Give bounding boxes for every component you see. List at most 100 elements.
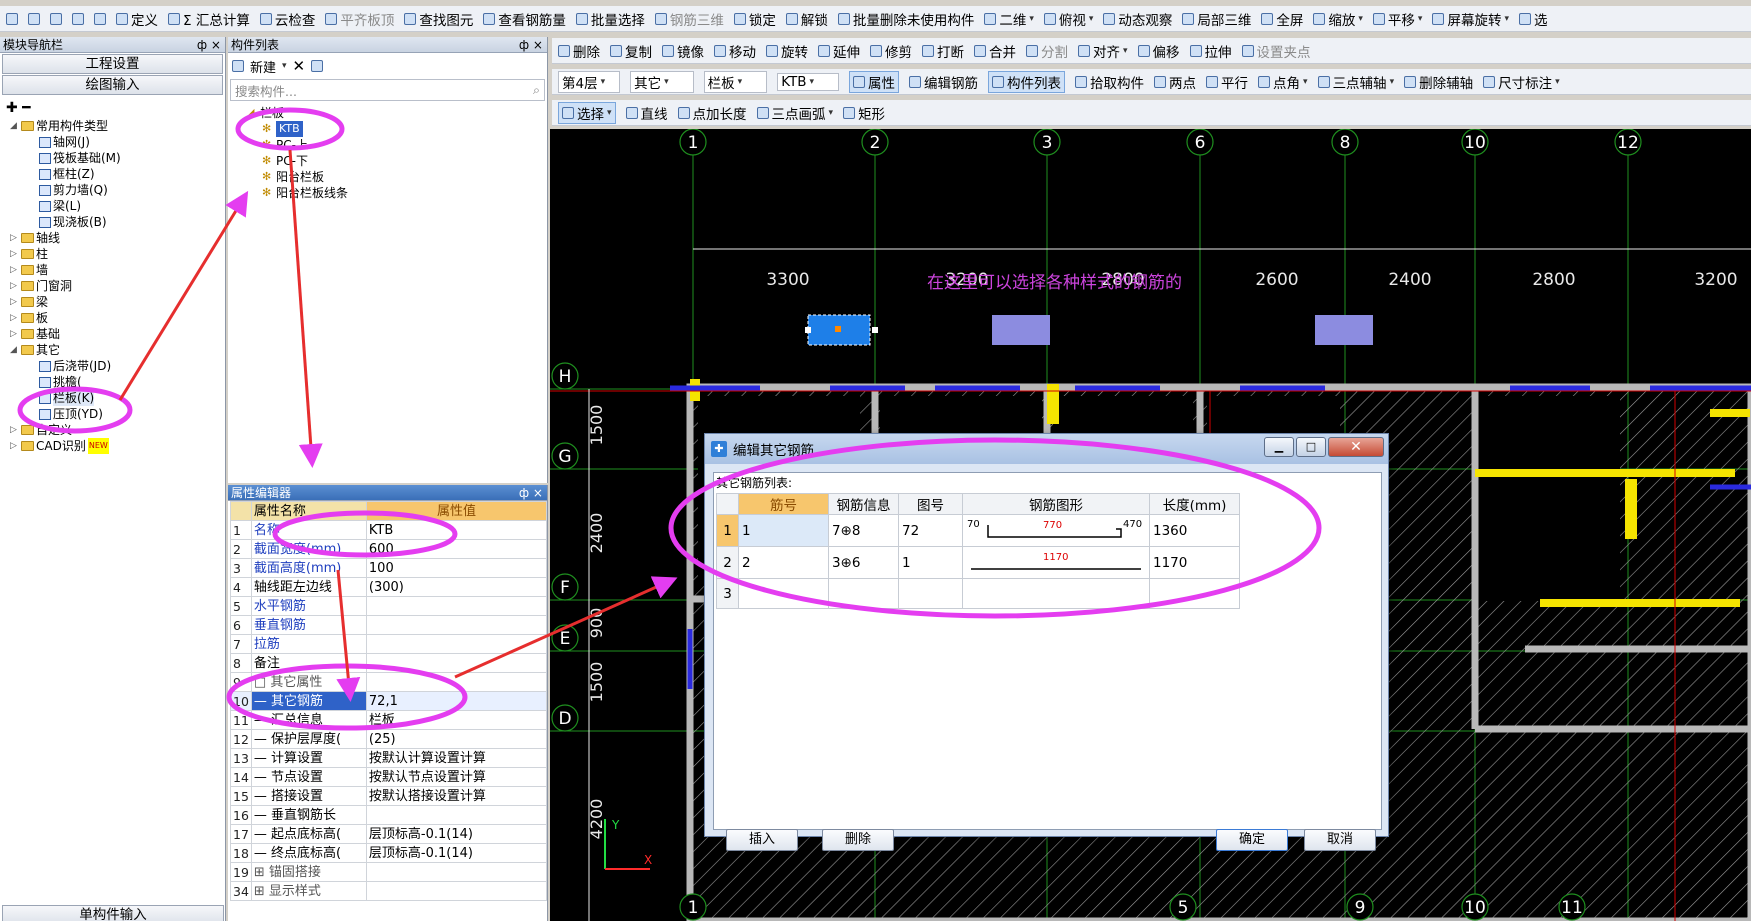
minimize-icon[interactable]: ▁ (1264, 437, 1294, 457)
break-button[interactable]: 打断 (922, 41, 964, 61)
grip-point[interactable] (872, 327, 878, 333)
expander-icon[interactable]: ▷ (10, 230, 19, 246)
rebar-shape-cell[interactable]: 1170 (962, 546, 1150, 579)
select-button[interactable]: 选择 ▾ (558, 101, 616, 124)
property-row[interactable]: 11— 汇总信息 栏板 (230, 710, 548, 730)
rebar-length-cell[interactable] (1149, 578, 1240, 609)
edit-rebar-button[interactable]: 编辑钢筋 (909, 72, 978, 92)
nav-tree-item[interactable]: 筏板基础(M) (10, 150, 225, 166)
nav-tree-item[interactable]: ▷ 墙 (10, 262, 225, 278)
rebar-info-cell[interactable] (828, 578, 899, 609)
property-value[interactable] (365, 653, 548, 673)
nav-tree-item[interactable]: ◢ 其它 (10, 342, 225, 358)
new-file-icon[interactable] (6, 12, 18, 25)
property-value[interactable]: 层顶标高-0.1(14) (365, 824, 548, 844)
batch-select-button[interactable]: 批量选择 (575, 9, 645, 29)
property-value[interactable]: 按默认计算设置计算 (365, 748, 548, 768)
nav-tree-item[interactable]: 梁(L) (10, 198, 225, 214)
copy-button[interactable]: 复制 (610, 41, 652, 61)
property-value[interactable] (365, 881, 548, 901)
nav-tree-item[interactable]: ▷ 轴线 (10, 230, 225, 246)
copy-component-icon[interactable] (311, 60, 324, 72)
sum-calc-button[interactable]: Σ 汇总计算 (168, 9, 250, 29)
three-point-aux-button[interactable]: 三点辅轴 ▾ (1317, 72, 1394, 92)
comp-pin-close[interactable]: ф × (519, 38, 543, 52)
rebar-row[interactable]: 3 (716, 578, 1240, 609)
property-value[interactable]: KTB (365, 520, 548, 540)
component-tree-item[interactable]: ✻ 阳台栏板 (246, 169, 547, 185)
expander-icon[interactable]: ◢ (10, 342, 19, 358)
three-point-arc-button[interactable]: 三点画弧 ▾ (756, 103, 833, 123)
expander-icon[interactable]: ▷ (10, 438, 19, 454)
property-row[interactable]: 18— 终点底标高(层顶标高-0.1(14) (230, 843, 548, 863)
property-row[interactable]: 12— 保护层厚度((25) (230, 729, 548, 749)
expand-collapse-icons[interactable]: ✚ ━ (0, 96, 225, 118)
property-value[interactable] (365, 805, 548, 825)
expander-icon[interactable]: ▷ (10, 422, 19, 438)
nav-tree-item[interactable]: 后浇带(JD) (10, 358, 225, 374)
close-icon[interactable]: ✕ (1328, 437, 1384, 457)
expander-icon[interactable]: ▷ (10, 246, 19, 262)
property-row[interactable]: 4 轴线距左边线 (300) (230, 577, 548, 597)
expander-icon[interactable]: ◢ (10, 118, 19, 134)
property-row[interactable]: 19 ⊞ 锚固搭接 (230, 862, 548, 882)
component-tree-item[interactable]: ✻ KTB (246, 121, 547, 137)
view-rebar-button[interactable]: 查看钢筋量 (483, 9, 566, 29)
expander-icon[interactable]: ▷ (10, 310, 19, 326)
nav-tree-item[interactable]: ▷ 柱 (10, 246, 225, 262)
property-value[interactable] (365, 634, 548, 654)
rebar-3d-button[interactable]: 钢筋三维 (654, 9, 724, 29)
trim-button[interactable]: 修剪 (870, 41, 912, 61)
new-component-button[interactable]: 新建 (250, 57, 276, 76)
property-row[interactable]: 7 拉筋 (230, 634, 548, 654)
rebar-no-cell[interactable]: 1 (738, 514, 829, 547)
rebar-no-cell[interactable]: 2 (738, 546, 829, 579)
delete-row-button[interactable]: 删除 (822, 829, 894, 851)
two-point-button[interactable]: 两点 (1154, 72, 1196, 92)
property-value[interactable]: 按默认搭接设置计算 (365, 786, 548, 806)
unlock-button[interactable]: 解锁 (785, 9, 828, 29)
screen-rotate-button[interactable]: 屏幕旋转 ▾ (1432, 9, 1509, 29)
component-search-box[interactable]: 搜索构件... ⌕ (230, 79, 545, 101)
dimension-button[interactable]: 尺寸标注 ▾ (1483, 72, 1560, 92)
nav-tree-item[interactable]: 轴网(J) (10, 134, 225, 150)
property-value[interactable] (365, 615, 548, 635)
delete-component-icon[interactable]: ✕ (293, 57, 306, 75)
property-value[interactable]: 100 (365, 558, 548, 578)
property-row[interactable]: 16— 垂直钢筋长 (230, 805, 548, 825)
lock-button[interactable]: 锁定 (733, 9, 776, 29)
property-row[interactable]: 3 截面高度(mm) 100 (230, 558, 548, 578)
property-row[interactable]: 8 备注 (230, 653, 548, 673)
local-3d-button[interactable]: 局部三维 (1182, 9, 1251, 29)
expander-icon[interactable]: ▷ (10, 262, 19, 278)
property-row[interactable]: 13— 计算设置 按默认计算设置计算 (230, 748, 548, 768)
nav-tree-item[interactable]: 栏板(K) (10, 390, 225, 406)
property-row[interactable]: 5 水平钢筋 (230, 596, 548, 616)
property-value[interactable]: (25) (365, 729, 548, 749)
category-select[interactable]: 其它 ▾ (630, 70, 694, 93)
property-value[interactable]: 层顶标高-0.1(14) (365, 843, 548, 863)
expander-icon[interactable]: ▷ (10, 294, 19, 310)
nav-tree-item[interactable]: 现浇板(B) (10, 214, 225, 230)
property-row[interactable]: 10— 其它钢筋 72,1 (230, 691, 548, 711)
point-length-button[interactable]: 点加长度 (677, 103, 747, 123)
rotate-button[interactable]: 旋转 (766, 41, 808, 61)
props-pin-close[interactable]: ф × (519, 486, 543, 500)
nav-tree-item[interactable]: ▷ 门窗洞 (10, 278, 225, 294)
property-value[interactable]: 栏板 (365, 710, 548, 730)
search-icon[interactable]: ⌕ (533, 82, 540, 98)
rect-button[interactable]: 矩形 (843, 103, 885, 123)
property-row[interactable]: 9 □ 其它属性 (230, 672, 548, 692)
property-value[interactable]: 72,1 (365, 691, 548, 711)
single-component-input-button[interactable]: 单构件输入 (2, 905, 224, 921)
type-select[interactable]: 栏板 ▾ (703, 70, 768, 93)
rebar-row[interactable]: 2 2 3⊕6 1 1170 1170 (716, 546, 1240, 579)
insert-button[interactable]: 插入 (726, 829, 798, 851)
nav-tree-item[interactable]: 挑檐( (10, 374, 225, 390)
property-row[interactable]: 6 垂直钢筋 (230, 615, 548, 635)
nav-tree-item[interactable]: ▷ 梁 (10, 294, 225, 310)
move-button[interactable]: 移动 (714, 41, 756, 61)
property-row[interactable]: 15— 搭接设置 按默认搭接设置计算 (230, 786, 548, 806)
pan-button[interactable]: 平移 ▾ (1372, 9, 1422, 29)
nav-pin-close[interactable]: ф × (197, 38, 221, 52)
